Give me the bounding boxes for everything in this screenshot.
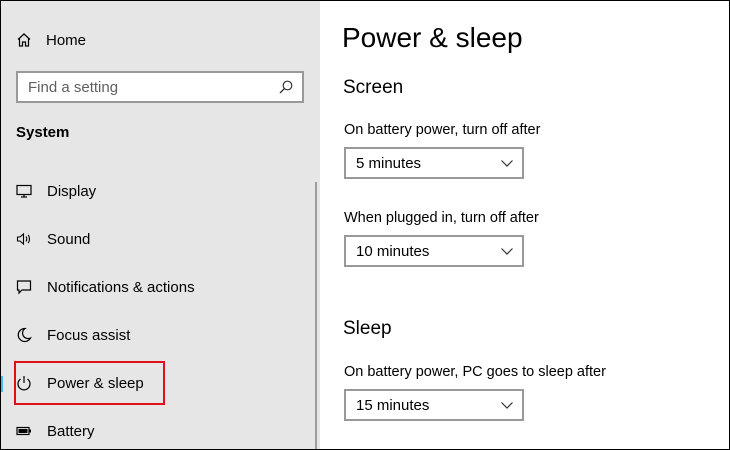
moon-icon [16,327,32,343]
section-heading-screen: Screen [343,77,404,98]
sidebar: Home Find a setting System Display Sound… [0,0,320,450]
chevron-down-icon [500,156,514,170]
search-icon[interactable] [279,80,293,94]
dropdown-value: 15 minutes [356,396,430,414]
page-title: Power & sleep [342,22,523,53]
sidebar-item-label: Sound [47,230,91,248]
sidebar-item-label: Power & sleep [47,374,144,392]
dropdown-value: 5 minutes [356,154,422,172]
main-content: Power & sleep Screen On battery power, t… [320,0,730,450]
battery-icon [16,423,32,439]
dropdown-value: 10 minutes [356,242,430,260]
sidebar-item-battery[interactable]: Battery [16,416,306,446]
sidebar-item-focus-assist[interactable]: Focus assist [16,320,306,350]
chevron-down-icon [500,244,514,258]
notification-icon [16,279,32,295]
power-icon [16,375,32,391]
screen-plugged-dropdown[interactable]: 10 minutes [344,235,524,267]
chevron-down-icon [500,398,514,412]
speaker-icon [16,231,32,247]
sidebar-item-label: Notifications & actions [47,278,195,296]
sidebar-item-label: Battery [47,422,95,440]
section-heading-sleep: Sleep [343,318,392,339]
sidebar-item-sound[interactable]: Sound [16,224,306,254]
home-icon [16,32,32,48]
sleep-battery-dropdown[interactable]: 15 minutes [344,389,524,421]
sidebar-item-notifications[interactable]: Notifications & actions [16,272,306,302]
sleep-battery-label: On battery power, PC goes to sleep after [344,364,606,380]
sidebar-item-label: Focus assist [47,326,131,344]
search-input[interactable]: Find a setting [16,71,304,103]
home-label: Home [46,31,87,49]
search-placeholder: Find a setting [28,78,119,96]
sidebar-scrollbar[interactable] [315,182,317,450]
sidebar-item-display[interactable]: Display [16,176,306,206]
home-button[interactable]: Home [16,28,86,52]
section-title-system: System [16,124,70,141]
sidebar-item-power-sleep[interactable]: Power & sleep [0,368,306,398]
screen-plugged-label: When plugged in, turn off after [344,210,539,226]
screen-battery-label: On battery power, turn off after [344,122,541,138]
sidebar-item-label: Display [47,182,97,200]
monitor-icon [16,183,32,199]
screen-battery-dropdown[interactable]: 5 minutes [344,147,524,179]
